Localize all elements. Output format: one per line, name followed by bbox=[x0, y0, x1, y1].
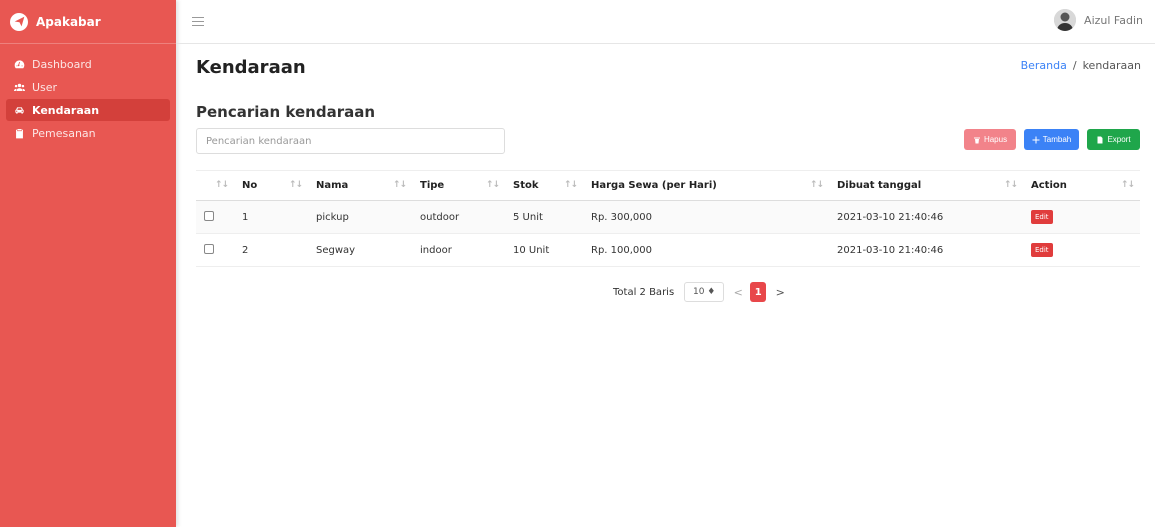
page-button-current[interactable]: 1 bbox=[750, 282, 767, 302]
trash-icon bbox=[973, 137, 980, 143]
breadcrumb: Beranda / kendaraan bbox=[1021, 59, 1141, 72]
row-checkbox[interactable] bbox=[204, 243, 214, 254]
cell-action: Edit bbox=[1023, 200, 1140, 234]
pagination: Total 2 Baris 10 ♦ < 1 > bbox=[613, 282, 788, 302]
column-header-label: Dibuat tanggal bbox=[837, 180, 922, 191]
table-row: 2 Segway indoor 10 Unit Rp. 100,000 2021… bbox=[196, 233, 1140, 267]
sidebar-menu: Dashboard User Kendaraan Pemesanan bbox=[0, 44, 176, 153]
row-checkbox-cell bbox=[196, 233, 234, 267]
edit-button[interactable]: Edit bbox=[1031, 243, 1053, 257]
column-header-select[interactable]: ↑↓ bbox=[196, 170, 234, 201]
hamburger-menu-icon[interactable] bbox=[192, 17, 204, 26]
cell-nama: Segway bbox=[308, 233, 412, 267]
column-header-label: No bbox=[242, 180, 258, 191]
cell-harga: Rp. 300,000 bbox=[583, 200, 829, 234]
top-bar: Aizul Fadin bbox=[176, 0, 1155, 44]
cell-tipe: outdoor bbox=[412, 200, 505, 234]
breadcrumb-current: kendaraan bbox=[1082, 59, 1141, 72]
sort-icon: ↑↓ bbox=[214, 180, 229, 190]
users-icon bbox=[13, 81, 25, 93]
cell-stok: 5 Unit bbox=[505, 200, 583, 234]
cell-action: Edit bbox=[1023, 233, 1140, 267]
sidebar-item-kendaraan[interactable]: Kendaraan bbox=[6, 99, 170, 121]
sort-icon: ↑↓ bbox=[288, 180, 303, 190]
export-button[interactable]: Export bbox=[1087, 129, 1140, 150]
column-header-no[interactable]: No ↑↓ bbox=[234, 170, 308, 201]
sidebar: Apakabar Dashboard User Kendaraan Pemesa… bbox=[0, 0, 176, 527]
table-header-row: ↑↓ No ↑↓ Nama ↑↓ Tipe ↑↓ Stok ↑↓ Harga Sewa … bbox=[196, 170, 1140, 201]
column-header-nama[interactable]: Nama ↑↓ bbox=[308, 170, 412, 201]
sort-icon: ↑↓ bbox=[392, 180, 407, 190]
sort-icon: ↑↓ bbox=[485, 180, 500, 190]
sidebar-item-label: Kendaraan bbox=[32, 103, 100, 117]
edit-button[interactable]: Edit bbox=[1031, 210, 1053, 224]
delete-button[interactable]: Hapus bbox=[964, 129, 1016, 150]
delete-button-label: Hapus bbox=[983, 135, 1008, 144]
add-button[interactable]: Tambah bbox=[1024, 129, 1079, 150]
export-button-label: Export bbox=[1107, 135, 1131, 144]
table-row: 1 pickup outdoor 5 Unit Rp. 300,000 2021… bbox=[196, 200, 1140, 234]
breadcrumb-separator: / bbox=[1072, 59, 1077, 72]
vehicle-table: ↑↓ No ↑↓ Nama ↑↓ Tipe ↑↓ Stok ↑↓ Harga Sewa … bbox=[196, 170, 1140, 267]
row-checkbox-cell bbox=[196, 200, 234, 234]
car-icon bbox=[13, 104, 25, 116]
plus-icon bbox=[1032, 136, 1040, 143]
cell-tanggal: 2021-03-10 21:40:46 bbox=[829, 200, 1023, 234]
paper-plane-icon bbox=[10, 12, 28, 31]
column-header-stok[interactable]: Stok ↑↓ bbox=[505, 170, 583, 201]
column-header-label: Stok bbox=[513, 180, 539, 191]
column-header-tanggal[interactable]: Dibuat tanggal ↑↓ bbox=[829, 170, 1023, 201]
sidebar-item-label: Dashboard bbox=[32, 57, 92, 71]
column-header-label: Tipe bbox=[420, 180, 445, 191]
cell-tipe: indoor bbox=[412, 233, 505, 267]
clipboard-icon bbox=[13, 127, 25, 139]
user-menu[interactable]: Aizul Fadin bbox=[1054, 9, 1143, 31]
user-name: Aizul Fadin bbox=[1084, 13, 1143, 27]
section-title: Pencarian kendaraan bbox=[196, 103, 376, 121]
sidebar-item-pemesanan[interactable]: Pemesanan bbox=[6, 122, 170, 144]
column-header-label: Harga Sewa (per Hari) bbox=[591, 180, 717, 191]
sidebar-item-user[interactable]: User bbox=[6, 76, 170, 98]
next-page-button[interactable]: > bbox=[772, 282, 788, 302]
column-header-tipe[interactable]: Tipe ↑↓ bbox=[412, 170, 505, 201]
page-title: Kendaraan bbox=[196, 57, 306, 78]
page-size-select[interactable]: 10 ♦ bbox=[684, 282, 725, 302]
prev-page-button[interactable]: < bbox=[730, 282, 746, 302]
cell-harga: Rp. 100,000 bbox=[583, 233, 829, 267]
column-header-label: Action bbox=[1031, 180, 1067, 191]
brand[interactable]: Apakabar bbox=[0, 0, 176, 44]
sort-icon: ↑↓ bbox=[1003, 180, 1018, 190]
cell-nama: pickup bbox=[308, 200, 412, 234]
cell-no: 1 bbox=[234, 200, 308, 234]
cell-tanggal: 2021-03-10 21:40:46 bbox=[829, 233, 1023, 267]
column-header-harga[interactable]: Harga Sewa (per Hari) ↑↓ bbox=[583, 170, 829, 201]
search-input[interactable] bbox=[196, 128, 505, 154]
sort-icon: ↑↓ bbox=[809, 180, 824, 190]
sidebar-item-dashboard[interactable]: Dashboard bbox=[6, 53, 170, 75]
cell-no: 2 bbox=[234, 233, 308, 267]
add-button-label: Tambah bbox=[1042, 135, 1072, 144]
sidebar-item-label: User bbox=[32, 80, 58, 94]
avatar bbox=[1054, 9, 1077, 31]
breadcrumb-home-link[interactable]: Beranda bbox=[1021, 59, 1067, 72]
sidebar-item-label: Pemesanan bbox=[32, 126, 96, 140]
brand-name: Apakabar bbox=[36, 14, 101, 29]
column-header-action[interactable]: Action ↑↓ bbox=[1023, 170, 1140, 201]
dashboard-icon bbox=[13, 58, 25, 70]
file-icon bbox=[1097, 136, 1103, 143]
sort-icon: ↑↓ bbox=[1120, 180, 1135, 190]
total-rows-label: Total 2 Baris bbox=[613, 286, 675, 298]
cell-stok: 10 Unit bbox=[505, 233, 583, 267]
column-header-label: Nama bbox=[316, 180, 349, 191]
sort-icon: ↑↓ bbox=[563, 180, 578, 190]
row-checkbox[interactable] bbox=[204, 210, 214, 221]
